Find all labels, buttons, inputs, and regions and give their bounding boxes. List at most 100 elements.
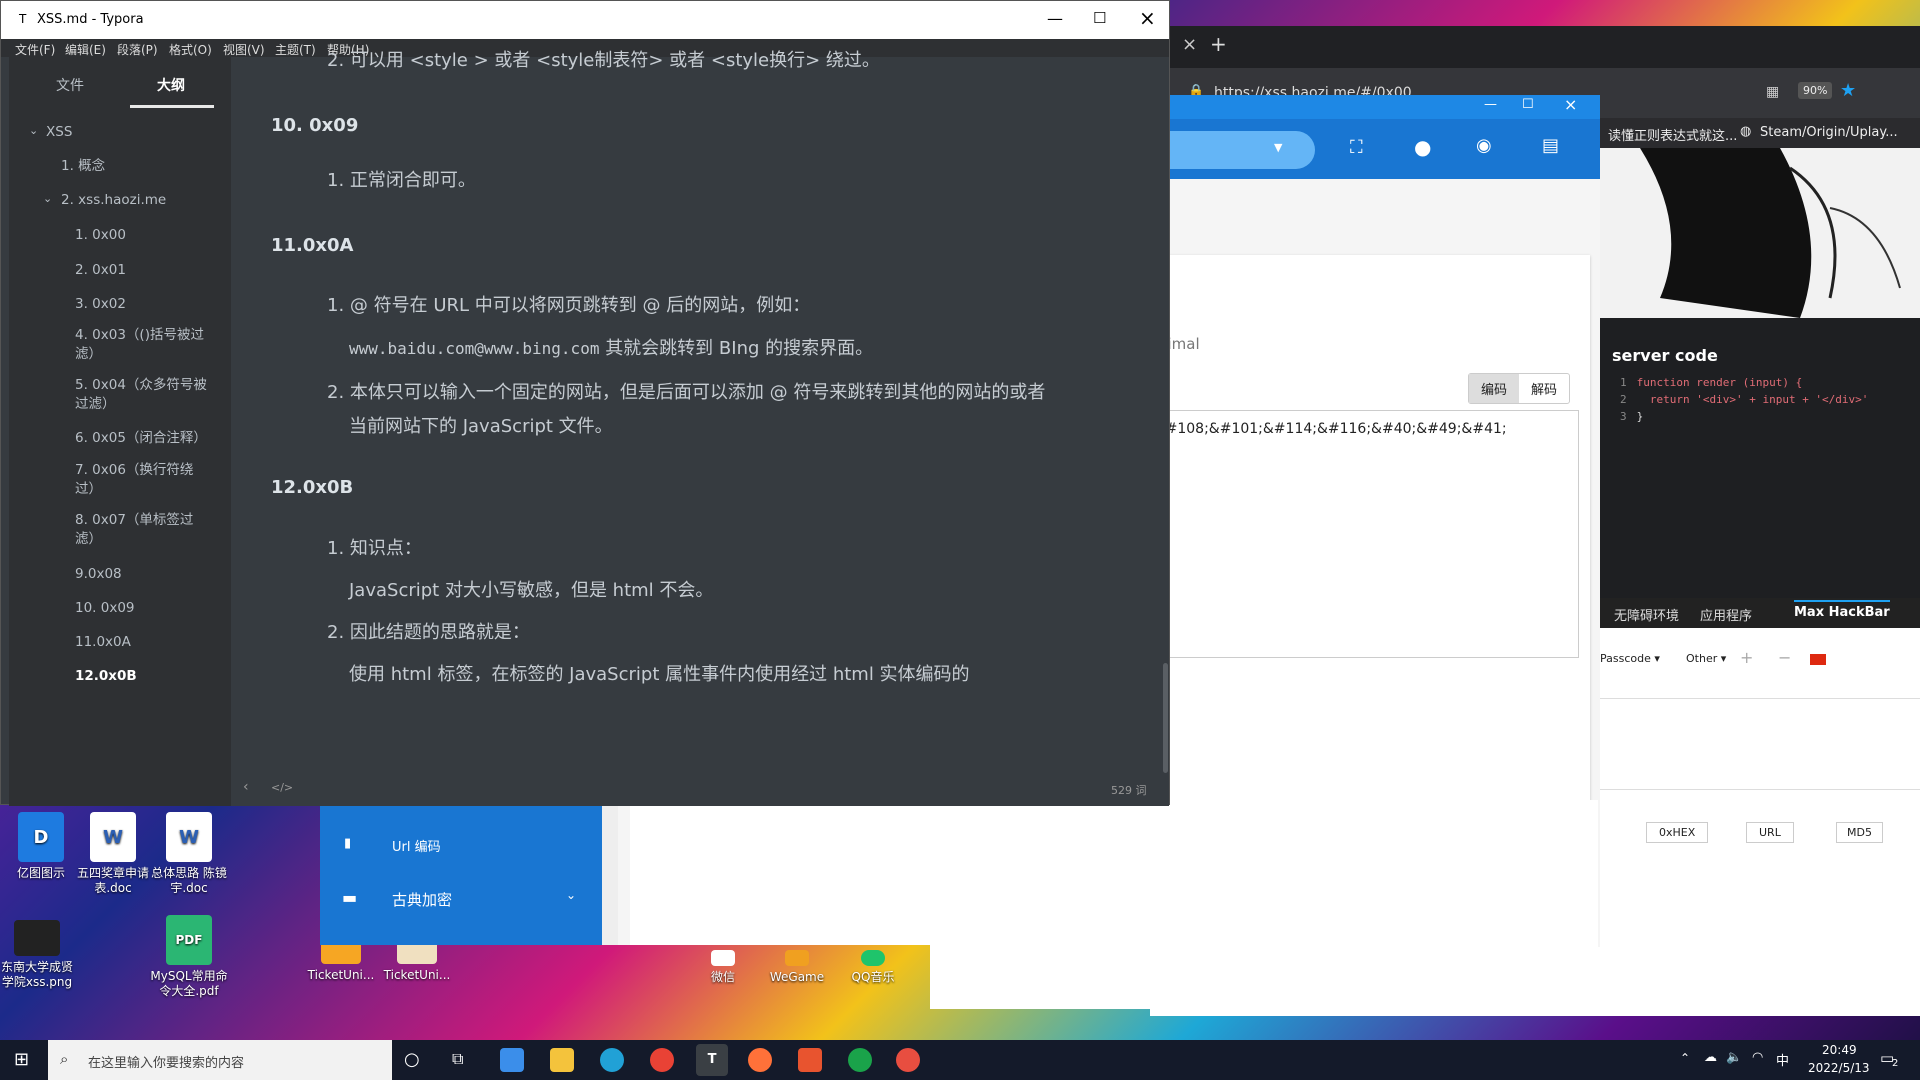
cortana-icon[interactable]: ○ bbox=[404, 1049, 420, 1070]
burp-icon[interactable] bbox=[798, 1048, 822, 1072]
desktop-icon-ticket-1[interactable]: TicketUni... bbox=[300, 940, 382, 983]
ime-indicator[interactable]: 中 bbox=[1776, 1050, 1789, 1069]
url-button[interactable]: URL bbox=[1746, 822, 1794, 843]
close-icon[interactable]: × bbox=[1564, 95, 1577, 114]
window-title: XSS.md - Typora bbox=[37, 12, 144, 27]
chevron-down-icon[interactable]: ⌄ bbox=[43, 189, 52, 208]
wifi-icon[interactable]: ◠ bbox=[1752, 1050, 1763, 1065]
tab-outline[interactable]: 大纲 bbox=[157, 75, 185, 95]
firefox-icon[interactable] bbox=[748, 1048, 772, 1072]
inline-code: www.baidu.com@www.bing.com bbox=[349, 339, 600, 358]
wechat-taskbar-icon[interactable] bbox=[848, 1048, 872, 1072]
bookmark-regex[interactable]: 读懂正则表达式就这... bbox=[1608, 125, 1737, 144]
desktop-icon-pdf[interactable]: PDF MySQL常用命令大全.pdf bbox=[148, 915, 230, 999]
store-icon[interactable] bbox=[500, 1048, 524, 1072]
windows-start-icon[interactable]: ⊞ bbox=[14, 1049, 29, 1070]
tab-files[interactable]: 文件 bbox=[56, 75, 84, 95]
outline-item-0x04[interactable]: 5. 0x04（众多符号被过滤） bbox=[75, 376, 215, 414]
outline-item-xss[interactable]: XSS bbox=[46, 123, 72, 142]
desktop-icon-ticket-2[interactable]: TicketUni... bbox=[376, 940, 458, 983]
menu-theme[interactable]: 主题(T) bbox=[275, 41, 316, 58]
fullscreen-icon[interactable]: ⛶ bbox=[1350, 137, 1363, 158]
bookmark-star-icon[interactable]: ★ bbox=[1840, 80, 1856, 101]
passcode-dropdown[interactable]: Passcode ▾ bbox=[1600, 652, 1660, 665]
source-code-icon[interactable]: </> bbox=[271, 781, 293, 794]
outline-item-0x01[interactable]: 2. 0x01 bbox=[75, 261, 126, 280]
outline-item-concept[interactable]: 1. 概念 bbox=[61, 157, 105, 176]
outline-item-0x02[interactable]: 3. 0x02 bbox=[75, 295, 126, 314]
editor-scrollbar[interactable] bbox=[1163, 663, 1168, 773]
menu-paragraph[interactable]: 段落(P) bbox=[117, 41, 158, 58]
desktop-icon-doc-1[interactable]: W 五四奖章申请表.doc bbox=[72, 812, 154, 896]
wechat-share-icon[interactable]: ◉ bbox=[1476, 135, 1492, 156]
typora-taskbar-icon[interactable]: T bbox=[696, 1044, 728, 1076]
word-count[interactable]: 529 词 bbox=[1111, 782, 1147, 798]
new-tab-icon[interactable]: + bbox=[1210, 32, 1227, 56]
desktop-icon-png[interactable]: 东南大学成贤学院xss.png bbox=[0, 920, 78, 990]
outline-item-0x05[interactable]: 6. 0x05（闭合注释） bbox=[75, 429, 207, 448]
app-taskbar-icon[interactable] bbox=[896, 1048, 920, 1072]
close-icon[interactable]: × bbox=[1139, 6, 1156, 30]
outline-item-0x09[interactable]: 10. 0x09 bbox=[75, 599, 135, 618]
outline-item-0x0b[interactable]: 12.0x0B bbox=[75, 667, 137, 686]
menu-format[interactable]: 格式(O) bbox=[169, 41, 212, 58]
file-explorer-icon[interactable] bbox=[550, 1048, 574, 1072]
message-icon[interactable]: ▤ bbox=[1542, 135, 1559, 156]
desktop-icon-wechat[interactable]: 微信 bbox=[682, 950, 764, 985]
minimize-icon[interactable]: — bbox=[1484, 97, 1497, 112]
clock-time[interactable]: 20:49 bbox=[1822, 1043, 1857, 1057]
plus-icon[interactable]: + bbox=[1740, 648, 1753, 667]
hackbar-textarea[interactable] bbox=[1600, 698, 1920, 790]
china-flag-icon[interactable] bbox=[1810, 654, 1826, 665]
qr-icon[interactable]: ▦ bbox=[1766, 84, 1779, 100]
volume-icon[interactable]: 🔈 bbox=[1726, 1050, 1742, 1065]
desktop-icon-edraw[interactable]: D 亿图图示 bbox=[0, 812, 82, 881]
close-tab-icon[interactable]: × bbox=[1182, 34, 1197, 55]
outline-item-haozi[interactable]: 2. xss.haozi.me bbox=[61, 191, 166, 210]
bookmark-steam[interactable]: Steam/Origin/Uplay... bbox=[1760, 125, 1898, 140]
outline-item-0x08[interactable]: 9.0x08 bbox=[75, 565, 122, 584]
desktop-icon-doc-2[interactable]: W 总体思路 陈镜宇.doc bbox=[148, 812, 230, 896]
outline-item-0x06[interactable]: 7. 0x06（换行符绕过） bbox=[75, 461, 205, 499]
edge-icon[interactable] bbox=[600, 1048, 624, 1072]
chevron-down-icon[interactable]: ⌄ bbox=[29, 121, 38, 140]
editor-area[interactable]: 2. 可以用 <style > 或者 <style制表符> 或者 <style换… bbox=[231, 50, 1169, 806]
maximize-icon[interactable]: ☐ bbox=[1522, 97, 1534, 112]
github-icon[interactable]: ● bbox=[1414, 135, 1431, 159]
menu-view[interactable]: 视图(V) bbox=[223, 41, 265, 58]
sidebar-item-url-encode[interactable]: Url 编码 bbox=[392, 836, 441, 855]
tab-accessibility[interactable]: 无障碍环境 bbox=[1614, 605, 1679, 624]
task-view-icon[interactable]: ⧉ bbox=[452, 1049, 463, 1069]
output-textarea[interactable]: ;&#108;&#101;&#114;&#116;&#40;&#49;&#41; bbox=[1150, 410, 1579, 658]
tab-max-hackbar[interactable]: Max HackBar bbox=[1794, 600, 1890, 620]
chevron-down-icon[interactable]: ⌄ bbox=[566, 888, 576, 902]
taskbar-search-box[interactable]: ⌕ 在这里输入你要搜索的内容 bbox=[48, 1040, 392, 1080]
cloud-icon[interactable]: ☁ bbox=[1704, 1050, 1717, 1065]
hex-button[interactable]: 0xHEX bbox=[1646, 822, 1709, 843]
zoom-badge[interactable]: 90% bbox=[1798, 82, 1833, 99]
outline-item-0x00[interactable]: 1. 0x00 bbox=[75, 226, 126, 245]
tool-select[interactable]: ▼ bbox=[1150, 131, 1315, 169]
outline-item-0x07[interactable]: 8. 0x07（单标签过滤） bbox=[75, 511, 205, 549]
outline-item-0x03[interactable]: 4. 0x03（()括号被过滤） bbox=[75, 326, 215, 364]
encode-button[interactable]: 编码 bbox=[1469, 374, 1520, 403]
desktop-icon-qqmusic[interactable]: QQ音乐 bbox=[832, 950, 914, 985]
chevron-left-icon[interactable]: ‹ bbox=[243, 779, 249, 795]
minimize-icon[interactable]: — bbox=[1047, 9, 1063, 28]
clock-date[interactable]: 2022/5/13 bbox=[1808, 1061, 1870, 1075]
decode-button[interactable]: 解码 bbox=[1519, 374, 1569, 403]
other-dropdown[interactable]: Other ▾ bbox=[1686, 652, 1726, 665]
menu-file[interactable]: 文件(F) bbox=[15, 41, 55, 58]
maximize-icon[interactable]: ☐ bbox=[1093, 9, 1106, 27]
minus-icon[interactable]: − bbox=[1778, 648, 1791, 667]
tool-sidebar-scrollbar[interactable] bbox=[602, 800, 618, 945]
md5-button[interactable]: MD5 bbox=[1836, 822, 1883, 843]
chevron-up-icon[interactable]: ⌃ bbox=[1680, 1051, 1690, 1065]
desktop-icon-wegame[interactable]: WeGame bbox=[756, 950, 838, 985]
outline-item-0x0a[interactable]: 11.0x0A bbox=[75, 633, 131, 652]
menu-edit[interactable]: 编辑(E) bbox=[65, 41, 106, 58]
heading-0x0a: 11.0x0A bbox=[271, 235, 354, 256]
tab-apps[interactable]: 应用程序 bbox=[1700, 605, 1752, 624]
chrome-icon[interactable] bbox=[650, 1048, 674, 1072]
sidebar-item-classic-crypto[interactable]: 古典加密 bbox=[392, 889, 452, 910]
